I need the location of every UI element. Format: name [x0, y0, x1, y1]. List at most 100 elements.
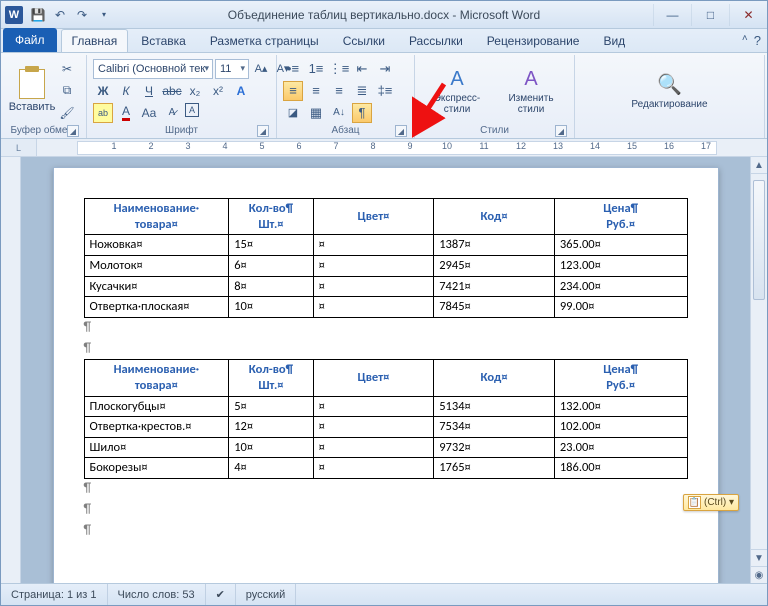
borders-icon[interactable]: ▦ — [306, 103, 326, 123]
vertical-ruler[interactable] — [1, 157, 21, 583]
cell-qty[interactable]: 5¤ — [229, 396, 313, 417]
cell-qty[interactable]: 8¤ — [229, 276, 313, 297]
cut-icon[interactable]: ✂ — [57, 59, 77, 79]
tab-view[interactable]: Вид — [592, 29, 636, 52]
undo-icon[interactable]: ↶ — [51, 6, 69, 24]
file-tab[interactable]: Файл — [3, 28, 57, 52]
italic-button[interactable]: К — [116, 81, 136, 101]
cell-price[interactable]: 23.00¤ — [554, 437, 687, 458]
table-1[interactable]: Наименование·товара¤ Кол-во¶Шт.¤ Цвет¤ К… — [84, 198, 688, 318]
cell-code[interactable]: 2945¤ — [434, 255, 555, 276]
grow-font-icon[interactable]: A▴ — [251, 59, 271, 79]
line-spacing-icon[interactable]: ‡≡ — [375, 81, 395, 101]
cell-color[interactable]: ¤ — [313, 235, 434, 256]
scroll-thumb[interactable] — [753, 180, 765, 300]
subscript-button[interactable]: x₂ — [185, 81, 205, 101]
cell-price[interactable]: 123.00¤ — [554, 255, 687, 276]
underline-button[interactable]: Ч — [139, 81, 159, 101]
cell-code[interactable]: 5134¤ — [434, 396, 555, 417]
tab-home[interactable]: Главная — [61, 29, 129, 52]
decrease-indent-icon[interactable]: ⇤ — [352, 59, 372, 79]
cell-price[interactable]: 234.00¤ — [554, 276, 687, 297]
shading-icon[interactable]: ◪ — [283, 103, 303, 123]
cell-color[interactable]: ¤ — [313, 255, 434, 276]
scroll-up-icon[interactable]: ▲ — [751, 157, 767, 174]
vertical-scrollbar[interactable]: ▲ ▼ ◉ — [750, 157, 767, 583]
change-case-icon[interactable]: Aa — [139, 103, 159, 123]
char-border-icon[interactable]: A — [185, 103, 199, 117]
format-painter-icon[interactable]: 🖌 — [57, 103, 77, 123]
editing-button[interactable]: 🔍 Редактирование — [627, 71, 713, 110]
qat-customize-icon[interactable]: ▾ — [95, 6, 113, 24]
font-name-combo[interactable]: Calibri (Основной тек — [93, 59, 213, 79]
save-icon[interactable]: 💾 — [29, 6, 47, 24]
font-color-icon[interactable]: A — [116, 103, 136, 123]
cell-code[interactable]: 7845¤ — [434, 297, 555, 318]
font-size-combo[interactable]: 11 — [215, 59, 249, 79]
document-scroll[interactable]: Наименование·товара¤ Кол-во¶Шт.¤ Цвет¤ К… — [21, 157, 750, 583]
table-row[interactable]: Отвертка·крестов.¤12¤¤7534¤102.00¤ — [84, 417, 687, 438]
cell-code[interactable]: 1387¤ — [434, 235, 555, 256]
cell-price[interactable]: 102.00¤ — [554, 417, 687, 438]
browse-object-icon[interactable]: ◉ — [751, 566, 767, 583]
redo-icon[interactable]: ↷ — [73, 6, 91, 24]
cell-color[interactable]: ¤ — [313, 297, 434, 318]
cell-color[interactable]: ¤ — [313, 417, 434, 438]
superscript-button[interactable]: x² — [208, 81, 228, 101]
cell-price[interactable]: 99.00¤ — [554, 297, 687, 318]
bullets-icon[interactable]: •≡ — [283, 59, 303, 79]
tab-page-layout[interactable]: Разметка страницы — [199, 29, 330, 52]
cell-qty[interactable]: 6¤ — [229, 255, 313, 276]
tab-review[interactable]: Рецензирование — [476, 29, 591, 52]
table-2[interactable]: Наименование·товара¤ Кол-во¶Шт.¤ Цвет¤ К… — [84, 359, 688, 479]
paste-button[interactable]: Вставить — [9, 69, 55, 113]
justify-icon[interactable]: ≣ — [352, 81, 372, 101]
styles-dialog-launcher[interactable]: ◢ — [555, 125, 567, 137]
align-center-icon[interactable]: ≡ — [306, 81, 326, 101]
help-icon[interactable]: ? — [754, 33, 761, 48]
table-row[interactable]: Бокорезы¤4¤¤1765¤186.00¤ — [84, 458, 687, 479]
cell-qty[interactable]: 12¤ — [229, 417, 313, 438]
tab-mailings[interactable]: Рассылки — [398, 29, 474, 52]
table-row[interactable]: Ножовка¤15¤¤1387¤365.00¤ — [84, 235, 687, 256]
paragraph-dialog-launcher[interactable]: ◢ — [395, 125, 407, 137]
numbering-icon[interactable]: 1≡ — [306, 59, 326, 79]
table-row[interactable]: Плоскогубцы¤5¤¤5134¤132.00¤ — [84, 396, 687, 417]
status-language[interactable]: русский — [236, 584, 296, 605]
table-row[interactable]: Молоток¤6¤¤2945¤123.00¤ — [84, 255, 687, 276]
cell-color[interactable]: ¤ — [313, 458, 434, 479]
cell-color[interactable]: ¤ — [313, 396, 434, 417]
cell-name[interactable]: Отвертка·плоская¤ — [84, 297, 229, 318]
highlight-icon[interactable]: ab — [93, 103, 113, 123]
show-paragraph-marks-button[interactable]: ¶ — [352, 103, 372, 123]
cell-code[interactable]: 9732¤ — [434, 437, 555, 458]
text-effects-icon[interactable]: A — [231, 81, 251, 101]
multilevel-icon[interactable]: ⋮≡ — [329, 59, 349, 79]
change-styles-button[interactable]: A Изменить стили — [501, 66, 561, 115]
clear-formatting-icon[interactable]: A̷ — [162, 103, 182, 123]
horizontal-ruler[interactable]: L 1234567891011121314151617 — [1, 139, 767, 157]
minimize-button[interactable]: — — [653, 4, 691, 26]
status-proofing[interactable]: ✔ — [206, 584, 236, 605]
status-page[interactable]: Страница: 1 из 1 — [1, 584, 108, 605]
cell-qty[interactable]: 4¤ — [229, 458, 313, 479]
cell-price[interactable]: 132.00¤ — [554, 396, 687, 417]
table-row[interactable]: Шило¤10¤¤9732¤23.00¤ — [84, 437, 687, 458]
cell-code[interactable]: 1765¤ — [434, 458, 555, 479]
cell-price[interactable]: 365.00¤ — [554, 235, 687, 256]
close-button[interactable]: ✕ — [729, 4, 767, 26]
font-dialog-launcher[interactable]: ◢ — [257, 125, 269, 137]
cell-price[interactable]: 186.00¤ — [554, 458, 687, 479]
cell-qty[interactable]: 15¤ — [229, 235, 313, 256]
scroll-track[interactable] — [751, 174, 767, 549]
cell-name[interactable]: Молоток¤ — [84, 255, 229, 276]
strike-button[interactable]: abc — [162, 81, 182, 101]
cell-name[interactable]: Бокорезы¤ — [84, 458, 229, 479]
cell-code[interactable]: 7421¤ — [434, 276, 555, 297]
cell-name[interactable]: Кусачки¤ — [84, 276, 229, 297]
increase-indent-icon[interactable]: ⇥ — [375, 59, 395, 79]
align-right-icon[interactable]: ≡ — [329, 81, 349, 101]
bold-button[interactable]: Ж — [93, 81, 113, 101]
sort-icon[interactable]: A↓ — [329, 103, 349, 123]
cell-name[interactable]: Ножовка¤ — [84, 235, 229, 256]
